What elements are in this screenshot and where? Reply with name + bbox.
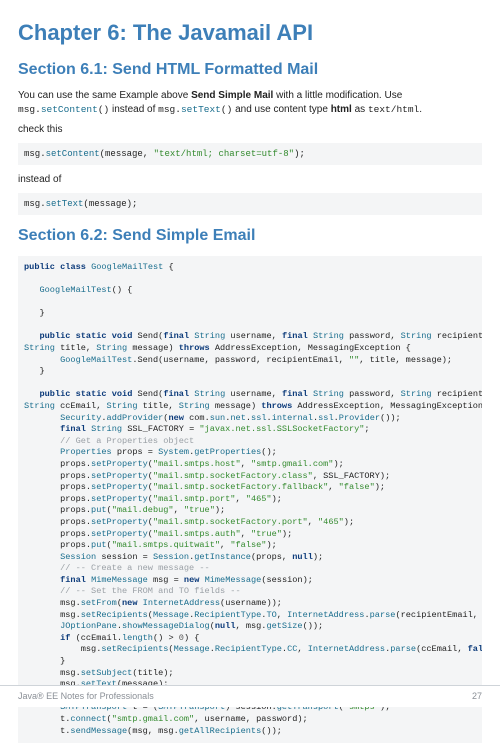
chapter-title: Chapter 6: The Javamail API: [18, 18, 482, 49]
text: with a little modification. Use: [273, 90, 402, 101]
text: .: [419, 104, 422, 115]
text: instead of: [109, 104, 158, 115]
check-this-label: check this: [18, 123, 482, 137]
section-6-1-title: Section 6.1: Send HTML Formatted Mail: [18, 59, 482, 81]
footer-left: Java® EE Notes for Professionals: [18, 690, 154, 703]
inline-code: msg.setText(): [158, 104, 232, 115]
inline-code: text/html: [368, 104, 419, 115]
text: and use content type: [232, 104, 330, 115]
code-settext: msg.setText(message);: [18, 193, 482, 215]
instead-of-label: instead of: [18, 173, 482, 187]
bold-text: html: [331, 104, 352, 115]
inline-code: msg.setContent(): [18, 104, 109, 115]
page-footer: Java® EE Notes for Professionals 27: [0, 685, 500, 707]
code-setcontent: msg.setContent(message, "text/html; char…: [18, 143, 482, 165]
text: You can use the same Example above: [18, 90, 191, 101]
text: as: [352, 104, 368, 115]
section-6-2-title: Section 6.2: Send Simple Email: [18, 225, 482, 247]
bold-text: Send Simple Mail: [191, 90, 273, 101]
footer-page-number: 27: [472, 690, 482, 703]
section-6-1-para: You can use the same Example above Send …: [18, 89, 482, 117]
code-googlemailtest: public class GoogleMailTest { GoogleMail…: [18, 256, 482, 743]
